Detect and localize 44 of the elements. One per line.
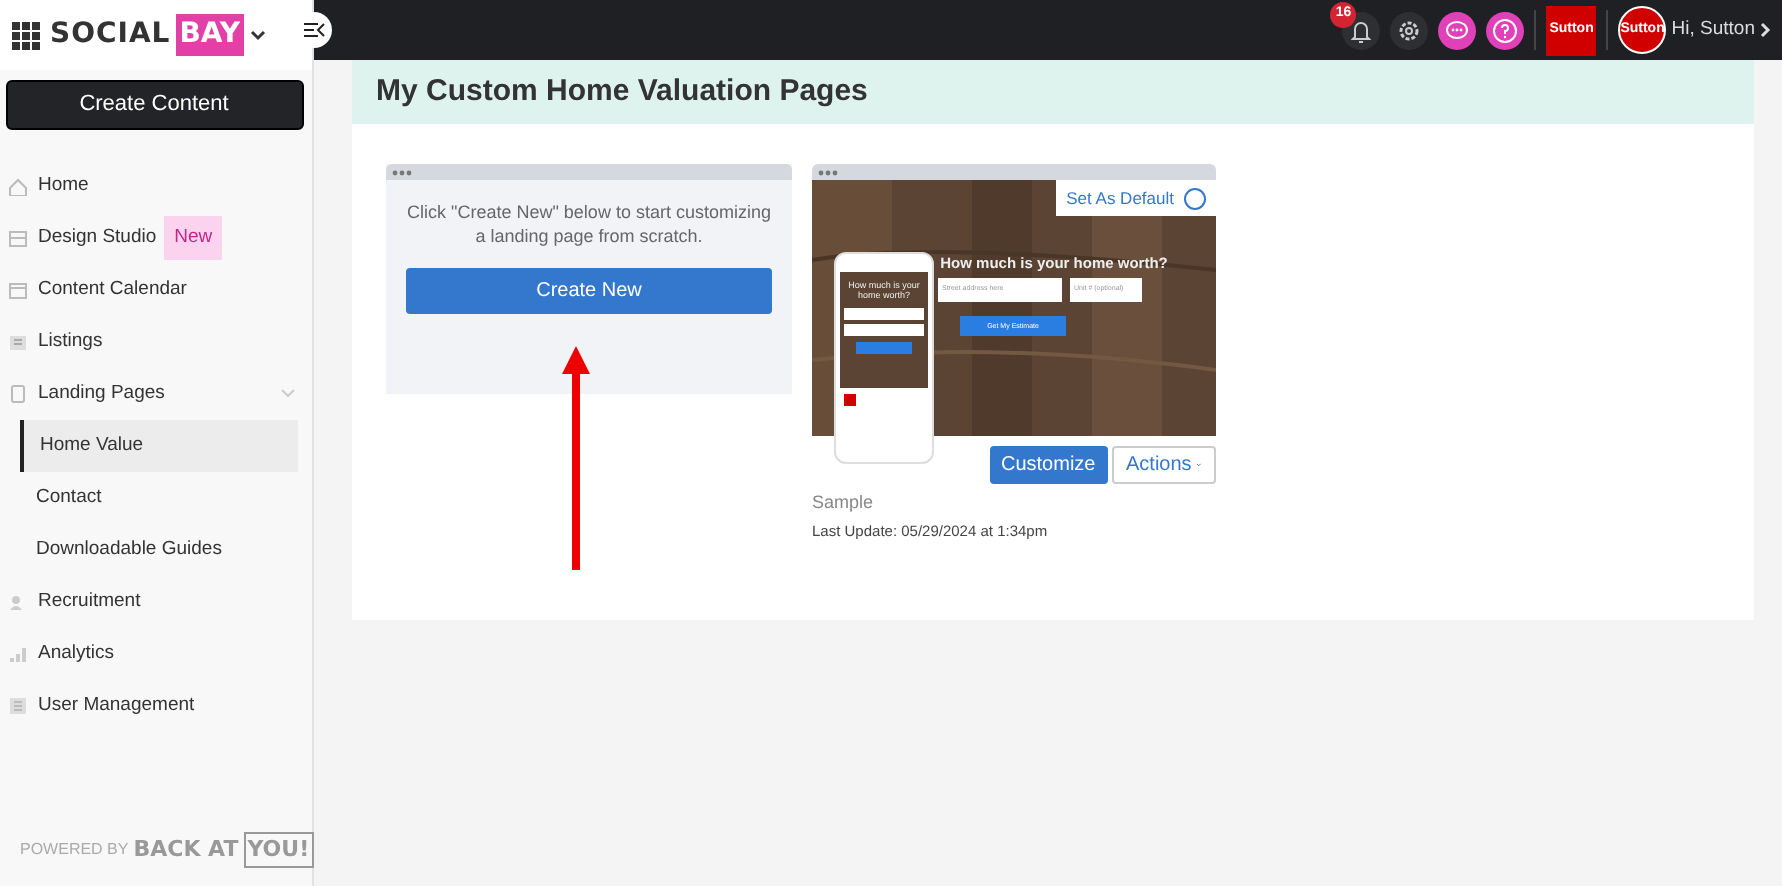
home-icon: [8, 176, 28, 196]
document-icon: [8, 696, 28, 716]
instruction-text: Click "Create New" below to start customizing a landing page from scratch.: [405, 200, 773, 249]
template-name: Sample: [812, 489, 876, 516]
chevron-down-icon[interactable]: [249, 29, 266, 41]
customize-button[interactable]: Customize: [989, 446, 1107, 484]
apps-grid-icon[interactable]: [12, 21, 40, 49]
page-title: My Custom Home Valuation Pages: [352, 60, 1754, 124]
phone-field: [844, 307, 924, 320]
sidebar-item[interactable]: Recruitment: [0, 576, 312, 628]
sidebar-item[interactable]: User Management: [0, 680, 312, 732]
sidebar-subitem[interactable]: Home Value: [20, 420, 298, 472]
chevron-right-icon[interactable]: [1760, 22, 1772, 38]
sidebar-item[interactable]: Analytics: [0, 628, 312, 680]
calendar-icon: [8, 280, 28, 300]
brand-wordmark: SOCIAL: [50, 16, 171, 54]
phone-field: [844, 323, 924, 336]
grid-icon: [8, 228, 28, 248]
sidebar-item[interactable]: Home: [0, 160, 312, 212]
sidebar-item[interactable]: Listings: [0, 316, 312, 368]
sidebar-item[interactable]: Design Studio: [0, 212, 165, 264]
help-icon[interactable]: [1486, 11, 1525, 49]
new-badge: New: [164, 215, 223, 261]
sidebar-subitem[interactable]: Contact: [0, 472, 312, 524]
sidebar-item[interactable]: Content Calendar: [0, 264, 312, 316]
page-icon: [8, 384, 28, 404]
phone-logo: [844, 394, 856, 406]
sidebar-item[interactable]: Landing Pages: [0, 368, 296, 420]
sidebar-subitem[interactable]: Downloadable Guides: [0, 524, 312, 576]
create-new-button[interactable]: Create New: [406, 268, 772, 315]
person-icon: [8, 592, 28, 612]
default-radio[interactable]: [1184, 187, 1206, 209]
user-greeting[interactable]: Hi, Sutton: [1671, 15, 1755, 45]
window-dots-icon: [392, 169, 412, 175]
list-icon: [8, 332, 28, 352]
powered-by-text: POWERED BY: [20, 837, 129, 862]
chat-icon[interactable]: [1438, 11, 1477, 49]
actions-button[interactable]: Actions: [1112, 446, 1216, 484]
backatyou-logo-text: BACK AT: [133, 833, 239, 865]
backatyou-logo-text: YOU!: [243, 831, 314, 868]
bar-chart-icon: [8, 644, 28, 664]
brand-wordmark: BAY: [175, 14, 245, 56]
window-dots-icon: [818, 169, 838, 175]
create-content-button[interactable]: Create Content: [5, 80, 303, 130]
